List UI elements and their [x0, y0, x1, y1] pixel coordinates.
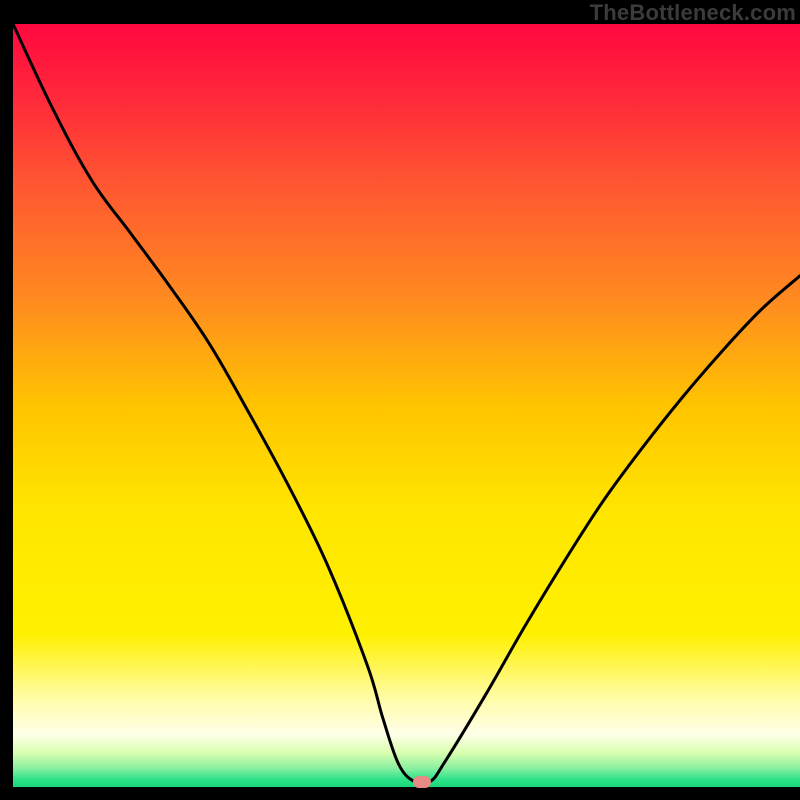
optimum-marker	[413, 776, 431, 788]
watermark-text: TheBottleneck.com	[590, 0, 796, 26]
gradient-background	[13, 24, 800, 787]
bottleneck-chart	[13, 24, 800, 787]
chart-frame: TheBottleneck.com	[13, 0, 800, 787]
